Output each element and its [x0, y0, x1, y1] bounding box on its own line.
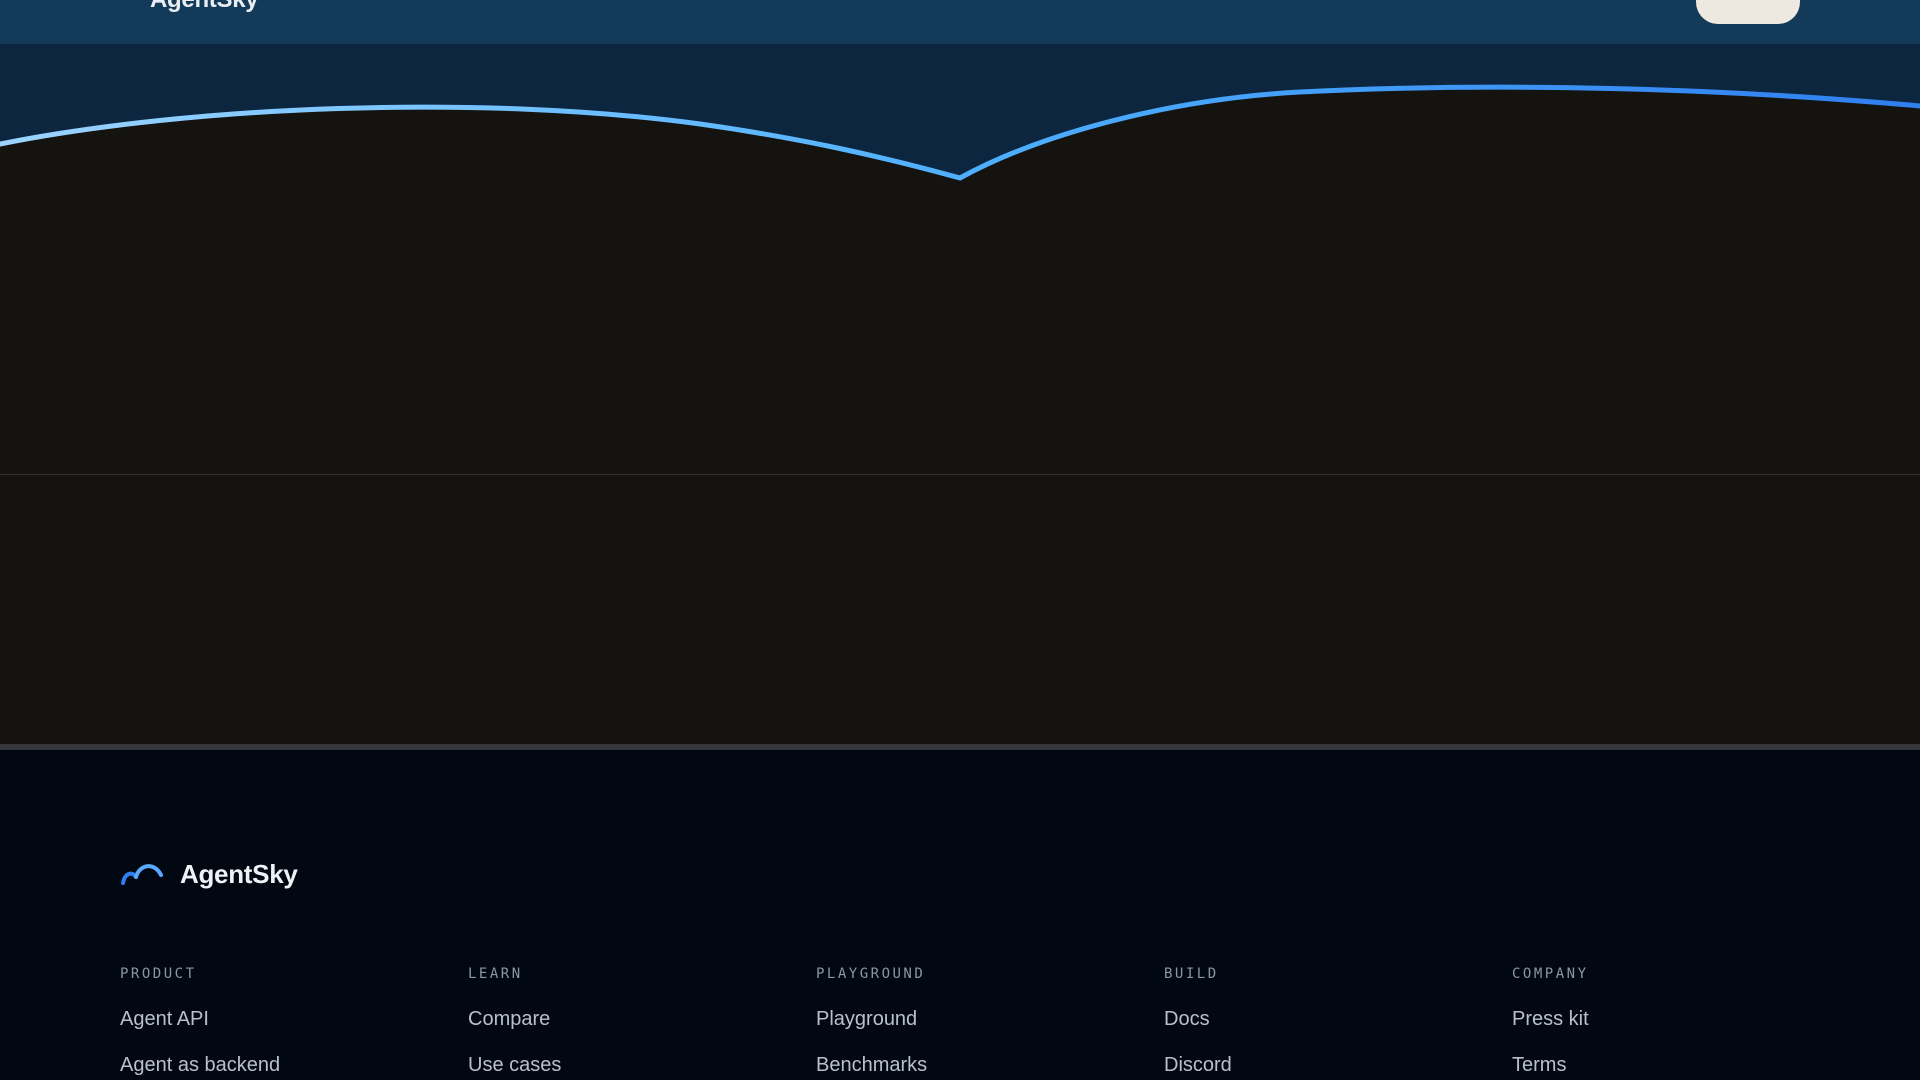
footer-column-playground: PLAYGROUND Playground Benchmarks [816, 964, 927, 1080]
footer-link-list: Press kit Terms [1512, 1006, 1589, 1080]
wave-fill [0, 87, 1920, 474]
footer-brand-name: AgentSky [180, 858, 298, 889]
footer-column-company: COMPANY Press kit Terms [1512, 964, 1589, 1080]
page: AgentSky AgentSky [0, 0, 1920, 1080]
footer-link-list: Playground Benchmarks [816, 1006, 927, 1080]
nav-brand[interactable]: AgentSky [150, 0, 259, 14]
hero-wave-section [0, 44, 1920, 474]
footer-link-list: Docs Discord [1164, 1006, 1232, 1080]
footer-link-playground[interactable]: Playground [816, 1006, 927, 1052]
footer-link-terms[interactable]: Terms [1512, 1052, 1589, 1080]
footer-column-heading: LEARN [468, 966, 523, 982]
footer-link-use-cases[interactable]: Use cases [468, 1052, 561, 1080]
footer-link-benchmarks[interactable]: Benchmarks [816, 1052, 927, 1080]
footer-column-heading: COMPANY [1512, 966, 1589, 982]
footer-link-compare[interactable]: Compare [468, 1006, 561, 1052]
footer-column-heading: PLAYGROUND [816, 966, 926, 982]
dark-content-band [0, 474, 1920, 745]
footer-link-docs[interactable]: Docs [1164, 1006, 1232, 1052]
footer-link-agent-as-backend[interactable]: Agent as backend [120, 1052, 280, 1080]
footer-column-heading: BUILD [1164, 966, 1219, 982]
footer-brand[interactable]: AgentSky [120, 854, 298, 894]
footer-column-product: PRODUCT Agent API Agent as backend [120, 964, 280, 1080]
site-footer: AgentSky PRODUCT Agent API Agent as back… [0, 750, 1920, 1080]
footer-column-build: BUILD Docs Discord [1164, 964, 1232, 1080]
footer-link-press-kit[interactable]: Press kit [1512, 1006, 1589, 1052]
footer-link-agent-api[interactable]: Agent API [120, 1006, 280, 1052]
top-navigation-bar: AgentSky [0, 0, 1920, 44]
footer-link-list: Agent API Agent as backend [120, 1006, 280, 1080]
footer-column-learn: LEARN Compare Use cases [468, 964, 561, 1080]
footer-link-discord[interactable]: Discord [1164, 1052, 1232, 1080]
cloud-arc-icon [121, 864, 163, 885]
footer-column-heading: PRODUCT [120, 966, 197, 982]
footer-link-list: Compare Use cases [468, 1006, 561, 1080]
wave-divider-graphic [0, 84, 1920, 474]
nav-cta-button[interactable] [1696, 0, 1800, 24]
